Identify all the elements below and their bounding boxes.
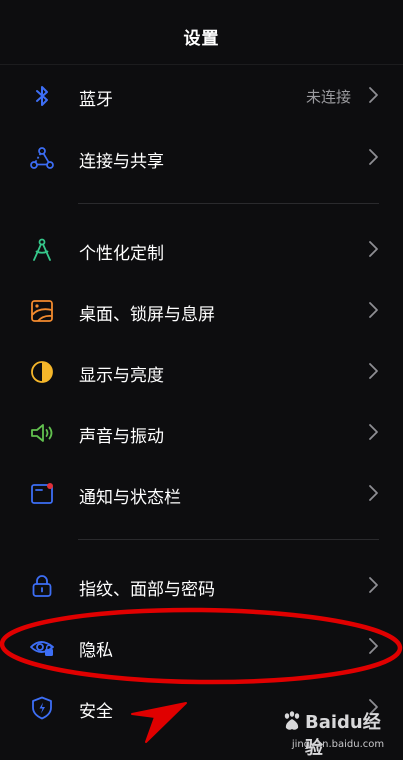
section-divider [78,539,379,540]
chevron-right-icon [367,240,379,258]
title-bar: 设置 [0,0,403,65]
chevron-right-icon [367,148,379,166]
lock-icon [29,573,55,599]
settings-item-display[interactable]: 显示与亮度 [0,342,403,400]
share-nodes-icon [29,145,55,171]
bluetooth-status: 未连接 [305,88,351,106]
settings-item-fingerprint[interactable]: 指纹、面部与密码 [0,556,403,614]
brightness-icon [29,359,55,385]
settings-item-label: 通知与状态栏 [79,488,181,508]
chevron-right-icon [367,301,379,319]
speaker-icon [29,420,55,446]
settings-item-sound[interactable]: 声音与振动 [0,403,403,461]
page-title: 设置 [183,29,220,49]
settings-item-label: 声音与振动 [79,427,164,447]
eye-lock-icon [29,634,55,660]
chevron-right-icon [367,576,379,594]
settings-item-bluetooth[interactable]: 蓝牙 未连接 [0,66,403,124]
wallpaper-icon [29,298,55,324]
chevron-right-icon [367,637,379,655]
settings-item-connection[interactable]: 连接与共享 [0,128,403,186]
chevron-right-icon [367,362,379,380]
chevron-right-icon [367,698,379,716]
settings-item-label: 隐私 [79,641,113,661]
notification-icon [29,481,55,507]
watermark-url: jingyan.baidu.com [291,739,385,750]
settings-item-label: 蓝牙 [79,90,113,110]
compass-icon [29,237,55,263]
chevron-right-icon [367,86,379,104]
section-divider [78,203,379,204]
settings-item-label: 指纹、面部与密码 [79,580,215,600]
settings-item-label: 桌面、锁屏与息屏 [79,305,215,325]
settings-item-label: 显示与亮度 [79,366,164,386]
settings-item-desktop[interactable]: 桌面、锁屏与息屏 [0,281,403,339]
settings-item-notification[interactable]: 通知与状态栏 [0,464,403,522]
settings-item-security[interactable]: 安全 [0,678,403,736]
chevron-right-icon [367,423,379,441]
settings-item-personalize[interactable]: 个性化定制 [0,220,403,278]
settings-item-privacy[interactable]: 隐私 [0,617,403,675]
settings-item-label: 个性化定制 [79,244,164,264]
settings-item-label: 连接与共享 [79,152,164,172]
bluetooth-icon [29,83,55,109]
chevron-right-icon [367,484,379,502]
settings-item-label: 安全 [79,702,113,722]
shield-icon [29,695,55,721]
